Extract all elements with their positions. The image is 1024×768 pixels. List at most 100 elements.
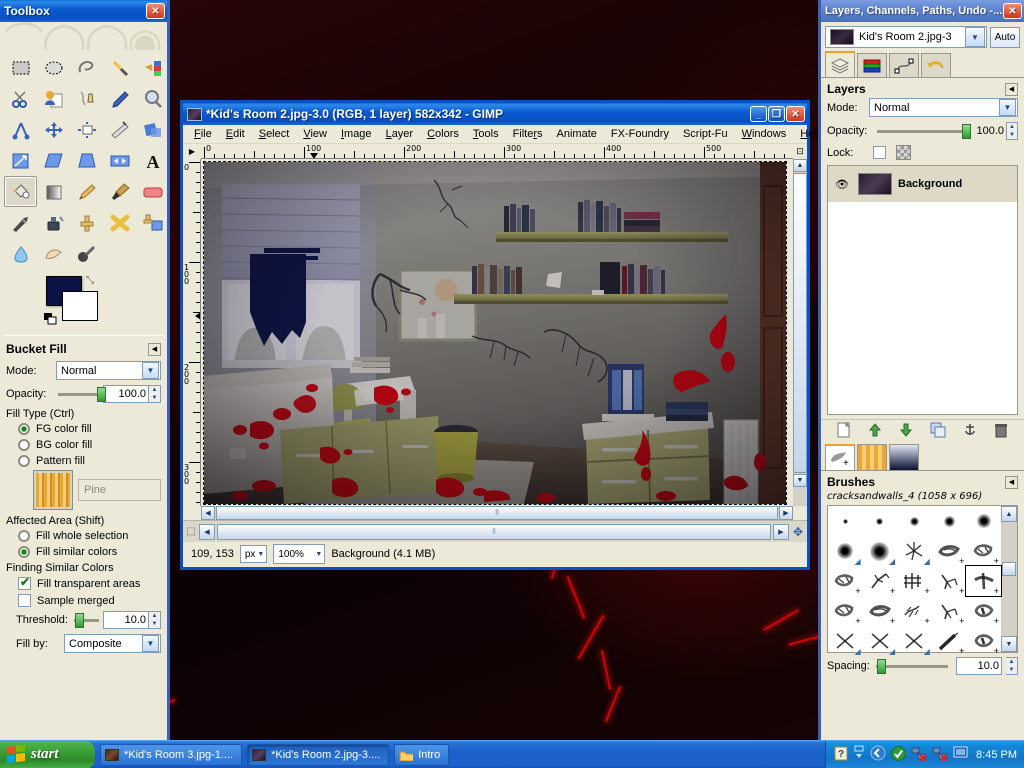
menu-item-script-fu[interactable]: Script-Fu: [676, 126, 735, 142]
zoom-select[interactable]: 100% ▼: [273, 544, 326, 564]
taskbar-item-intro[interactable]: Intro: [394, 743, 450, 766]
swap-colors-icon[interactable]: ⤡: [86, 275, 94, 286]
brush-cell[interactable]: ◢: [828, 626, 863, 656]
anchor-layer-button[interactable]: [963, 422, 977, 441]
vertical-scroll-thumb[interactable]: [793, 173, 807, 473]
brush-cell[interactable]: ◢: [863, 626, 898, 656]
brush-cell[interactable]: +: [932, 536, 967, 566]
minimize-icon[interactable]: _: [750, 106, 767, 122]
menu-item-tools[interactable]: Tools: [466, 126, 506, 142]
menu-item-animate[interactable]: Animate: [550, 126, 604, 142]
opacity-input[interactable]: [103, 385, 149, 403]
menu-item-fx-foundry[interactable]: FX-Foundry: [604, 126, 676, 142]
radio-fill-similar-colors[interactable]: Fill similar colors: [18, 546, 161, 558]
brush-cell[interactable]: ◢: [897, 626, 932, 656]
eye-icon[interactable]: 👁: [832, 178, 852, 191]
lower-layer-button[interactable]: [899, 422, 913, 441]
foreground-select-tool[interactable]: [37, 83, 70, 114]
paths-tab[interactable]: [889, 53, 919, 77]
brushes-panel-menu-icon[interactable]: ◀: [1005, 475, 1018, 489]
image-select[interactable]: Kid's Room 2.jpg-3 ▼: [825, 26, 987, 48]
shield-icon[interactable]: [891, 745, 907, 764]
maximize-icon[interactable]: ❐: [768, 106, 785, 122]
brushes-tab[interactable]: +: [825, 444, 855, 470]
taskbar-item-kids-room-3[interactable]: *Kid's Room 3.jpg-1....: [100, 743, 243, 766]
zoom-tool[interactable]: [136, 83, 169, 114]
menu-item-select[interactable]: Select: [252, 126, 297, 142]
patterns-tab[interactable]: [857, 444, 887, 470]
brush-scroll-thumb[interactable]: [1002, 562, 1016, 576]
measure-tool[interactable]: [4, 114, 37, 145]
brush-cell[interactable]: ◢: [897, 536, 932, 566]
scroll-down-icon[interactable]: ▼: [793, 474, 807, 487]
layer-row-background[interactable]: 👁 Background: [828, 166, 1017, 202]
image-canvas[interactable]: [203, 161, 787, 505]
pattern-swatch[interactable]: [34, 471, 72, 509]
new-layer-button[interactable]: [837, 421, 851, 441]
brush-cell[interactable]: [932, 506, 967, 536]
threshold-input[interactable]: [103, 611, 149, 629]
brush-cell[interactable]: +: [966, 536, 1001, 566]
paths-tool[interactable]: [70, 83, 103, 114]
fuzzy-select-tool[interactable]: [103, 52, 136, 83]
brush-cell[interactable]: +: [897, 596, 932, 626]
eraser-tool[interactable]: [136, 176, 169, 207]
brush-cell[interactable]: +: [932, 626, 967, 656]
scroll-down-icon[interactable]: ▼: [1001, 636, 1017, 652]
brush-scrollbar[interactable]: ▲ ▼: [1001, 506, 1017, 652]
brush-cell[interactable]: +: [966, 626, 1001, 656]
tool-options-menu-icon[interactable]: ◀: [148, 342, 161, 356]
fill-by-select[interactable]: Composite ▼: [64, 634, 161, 653]
bucket-fill-tool[interactable]: [4, 176, 37, 207]
menu-item-layer[interactable]: Layer: [379, 126, 421, 142]
network-error2-icon[interactable]: [932, 746, 948, 764]
brush-cell[interactable]: +: [932, 566, 967, 596]
scroll-up-icon[interactable]: ▲: [1001, 506, 1017, 522]
opacity-slider[interactable]: [58, 386, 107, 402]
brush-cell[interactable]: [966, 506, 1001, 536]
image-menu-button[interactable]: ▶: [183, 144, 201, 159]
horizontal-scrollbar[interactable]: ◀ ⦀ ▶: [201, 506, 793, 520]
layer-opacity-stepper[interactable]: ▲ ▼: [1006, 122, 1018, 140]
layer-mode-select[interactable]: Normal ▼: [869, 98, 1018, 117]
start-button[interactable]: start: [0, 740, 95, 768]
brush-cell[interactable]: +: [932, 596, 967, 626]
move-tool[interactable]: [37, 114, 70, 145]
lock-alpha-checkbox[interactable]: [873, 146, 886, 159]
smudge-tool[interactable]: [37, 238, 70, 269]
color-picker-tool[interactable]: [103, 83, 136, 114]
navigation-icon[interactable]: ✥: [789, 525, 807, 539]
brush-grid[interactable]: ◢ ◢ ◢ + + + + + + + + + + + + ◢ ◢ ◢ + +: [828, 506, 1002, 656]
layer-opacity-slider-handle[interactable]: [961, 123, 971, 139]
scroll-right-icon[interactable]: ▶: [779, 506, 793, 520]
layer-opacity-slider[interactable]: [877, 123, 971, 139]
dodge-burn-tool[interactable]: [70, 238, 103, 269]
help-icon[interactable]: ?: [834, 746, 848, 764]
perspective-clone-tool[interactable]: [136, 207, 169, 238]
gradients-tab[interactable]: [889, 444, 919, 470]
chevron-down-icon[interactable]: ▼: [999, 99, 1016, 116]
rotate-tool[interactable]: [136, 114, 169, 145]
quickmask-toggle-icon[interactable]: ⬚: [183, 526, 199, 537]
select-by-color-tool[interactable]: [136, 52, 169, 83]
unit-select[interactable]: px ▼: [239, 545, 268, 563]
undo-history-tab[interactable]: [921, 53, 951, 77]
airbrush-tool[interactable]: [4, 207, 37, 238]
menu-item-windows[interactable]: Windows: [735, 126, 794, 142]
spacing-input[interactable]: [956, 657, 1002, 675]
threshold-slider-handle[interactable]: [74, 612, 84, 628]
radio-fill-whole-selection[interactable]: Fill whole selection: [18, 530, 161, 542]
crop-tool[interactable]: [103, 114, 136, 145]
channels-tab[interactable]: [857, 53, 887, 77]
brush-cell[interactable]: [863, 506, 898, 536]
scroll-right-icon-2[interactable]: ▶: [773, 523, 789, 540]
text-tool[interactable]: A: [136, 145, 169, 176]
menu-item-view[interactable]: View: [296, 126, 334, 142]
rect-select-tool[interactable]: [4, 52, 37, 83]
spacing-slider[interactable]: [875, 658, 948, 674]
taskbar-item-kids-room-2[interactable]: *Kid's Room 2.jpg-3....: [247, 743, 390, 766]
paintbrush-tool[interactable]: [103, 176, 136, 207]
display-icon[interactable]: [953, 746, 968, 763]
flip-tool[interactable]: [103, 145, 136, 176]
menu-item-colors[interactable]: Colors: [420, 126, 466, 142]
